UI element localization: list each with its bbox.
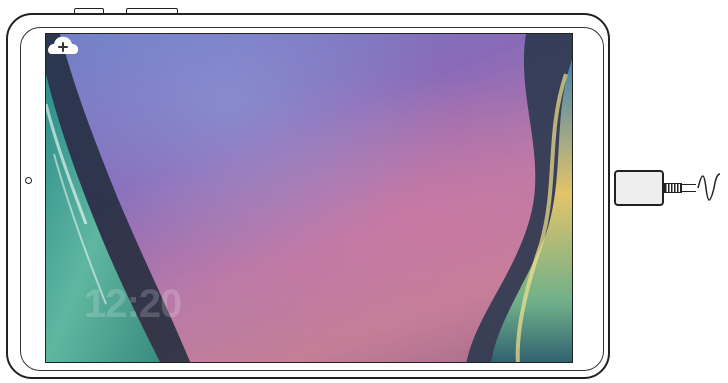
cable-coil-icon	[697, 173, 721, 201]
usb-c-plug	[614, 170, 664, 206]
cloud-add-icon[interactable]	[46, 34, 80, 56]
usb-c-cable-icon	[664, 183, 682, 193]
front-camera-icon	[25, 177, 32, 184]
power-button[interactable]	[74, 8, 104, 13]
lock-screen[interactable]: 12:20	[45, 33, 573, 363]
volume-button[interactable]	[126, 8, 178, 13]
clock-text: 12:20	[84, 282, 182, 326]
